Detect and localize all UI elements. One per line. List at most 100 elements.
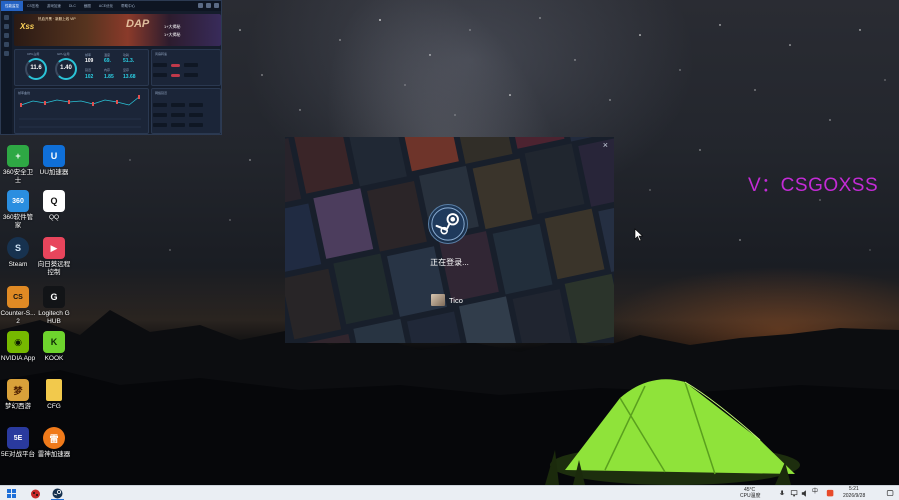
cpu-gauge-label: CPU占用 bbox=[27, 52, 40, 56]
desktop-icon-cfg-folder[interactable]: CFG bbox=[36, 379, 72, 411]
banner-caption: 热血开黑 · 新服上线 VIP bbox=[38, 17, 76, 21]
performance-monitor-widget[interactable]: 性能监控 CS压枪 游戏加速 DLC 截图 ACE优化 帮助中心 Xss 热血开… bbox=[0, 0, 222, 135]
desktop-icon-360-manager[interactable]: 360 360软件管家 bbox=[0, 190, 36, 230]
cpu-temp-label: CPU温度 bbox=[740, 493, 761, 499]
gauge-panel: 11.6 CPU占用 1.40 GPU占用 帧率 109 温度 69. 功耗 5… bbox=[14, 49, 149, 86]
stat-value-4: 1.85 bbox=[104, 74, 114, 80]
maximize-icon[interactable] bbox=[206, 3, 211, 8]
account-row: Tico bbox=[431, 294, 463, 306]
sidebar-game-icon[interactable] bbox=[4, 33, 9, 38]
desktop-icon-label: QQ bbox=[48, 214, 60, 221]
sidebar-monitor-icon[interactable] bbox=[4, 24, 9, 29]
close-icon[interactable] bbox=[214, 3, 219, 8]
stat-label-1: 温度 bbox=[104, 53, 111, 57]
banner-promo-2: 1+大揭秘 bbox=[164, 32, 181, 37]
account-name: Tico bbox=[449, 295, 463, 305]
desktop-icon-label: Counter-S... 2 bbox=[0, 310, 36, 325]
stat-label-5: 显存 bbox=[123, 68, 130, 72]
desktop-icon-label: CFG bbox=[47, 403, 61, 410]
fan-row-2 bbox=[153, 71, 219, 79]
steam-taskbar-icon[interactable] bbox=[52, 488, 63, 499]
clock-date[interactable]: 2026/9/28 bbox=[843, 493, 865, 500]
kook-icon: K bbox=[43, 331, 65, 353]
desktop-icon-qq[interactable]: Q QQ bbox=[36, 190, 72, 222]
stat-value-2: 51.3. bbox=[123, 58, 135, 64]
desktop-icon-label: Logitech G HUB bbox=[38, 310, 70, 325]
desktop-icon-mhxy[interactable]: 梦 梦幻西游 bbox=[0, 379, 36, 411]
desktop-icon-logitech[interactable]: G Logitech G HUB bbox=[36, 286, 72, 326]
widget-tab-4[interactable]: 截图 bbox=[80, 1, 95, 11]
desktop-icon-label: 360安全卫士 bbox=[2, 169, 34, 184]
latency-row-2 bbox=[153, 111, 219, 119]
360-manager-icon: 360 bbox=[7, 190, 29, 212]
widget-tab-3[interactable]: DLC bbox=[65, 1, 80, 11]
5e-platform-icon: 5E bbox=[7, 427, 29, 449]
sidebar-tools-icon[interactable] bbox=[4, 42, 9, 47]
glowing-tent bbox=[545, 379, 800, 485]
desktop-icon-uu[interactable]: U UU加速器 bbox=[36, 145, 72, 177]
widget-tab-6[interactable]: 帮助中心 bbox=[117, 1, 139, 11]
login-status-text: 正在登录... bbox=[430, 258, 469, 267]
leishen-accelerator-icon: 雷 bbox=[43, 427, 65, 449]
sunflower-remote-icon: ▶ bbox=[43, 237, 65, 259]
ladybug-app-icon[interactable] bbox=[30, 488, 41, 499]
stat-label-3: 延迟 bbox=[85, 68, 92, 72]
stat-value-1: 69. bbox=[104, 58, 111, 64]
stat-label-4: 内存 bbox=[104, 68, 111, 72]
desktop-icon-label: NVIDIA App bbox=[0, 355, 36, 362]
minimize-icon[interactable] bbox=[198, 3, 203, 8]
desktop-icon-label: 向日葵远程控制 bbox=[37, 261, 71, 276]
latency-row-3 bbox=[153, 121, 219, 129]
notification-icon[interactable] bbox=[886, 488, 895, 499]
desktop-icon-nvidia[interactable]: ◉ NVIDIA App bbox=[0, 331, 36, 363]
desktop-icon-counter-strike[interactable]: CS Counter-S... 2 bbox=[0, 286, 36, 326]
uu-accelerator-icon: U bbox=[43, 145, 65, 167]
clock-time[interactable]: 5:21 bbox=[849, 486, 859, 493]
latency-row-1 bbox=[153, 101, 219, 109]
volume-icon[interactable] bbox=[801, 488, 810, 499]
widget-tab-0[interactable]: 性能监控 bbox=[1, 1, 23, 11]
widget-tab-5[interactable]: ACE优化 bbox=[95, 1, 117, 11]
fan-row-1 bbox=[153, 61, 219, 69]
stat-value-5: 13.68 bbox=[123, 74, 136, 80]
desktop-icon-kook[interactable]: K KOOK bbox=[36, 331, 72, 363]
watermark-text: V：CSGOXSS bbox=[748, 175, 879, 196]
desktop-icon-label: Steam bbox=[8, 261, 28, 268]
stat-value-0: 109 bbox=[85, 58, 94, 64]
desktop-icon-5e[interactable]: 5E 5E对战平台 bbox=[0, 427, 36, 459]
gpu-gauge: 1.40 bbox=[55, 58, 77, 80]
shield-plus-icon: + bbox=[7, 145, 29, 167]
banner-headline: DAP bbox=[126, 18, 150, 30]
latency-panel-label: 网络延迟 bbox=[155, 91, 168, 95]
widget-tab-1[interactable]: CS压枪 bbox=[23, 1, 43, 11]
ime-indicator[interactable]: 中 bbox=[812, 489, 818, 496]
desktop-icon-leishen[interactable]: 雷 雷神加速器 bbox=[36, 427, 72, 459]
widget-ad-banner[interactable]: Xss 热血开黑 · 新服上线 VIP DAP 1+大揭秘 1+大揭秘 bbox=[14, 14, 221, 46]
desktop-icon-label: 雷神加速器 bbox=[37, 451, 71, 458]
desktop-icon-360-safe[interactable]: + 360安全卫士 bbox=[0, 145, 36, 185]
steam-login-dialog[interactable]: × 正在登录... Tico bbox=[285, 137, 614, 343]
desktop-icon-sunflower[interactable]: ▶ 向日葵远程控制 bbox=[36, 237, 72, 277]
network-icon[interactable] bbox=[790, 488, 799, 499]
stat-value-3: 102 bbox=[85, 74, 94, 80]
widget-tab-bar: 性能监控 CS压枪 游戏加速 DLC 截图 ACE优化 帮助中心 bbox=[1, 1, 221, 11]
desktop-icon-label: UU加速器 bbox=[39, 169, 69, 176]
desktop-icon-label: 360软件管家 bbox=[2, 214, 34, 229]
sidebar-settings-icon[interactable] bbox=[4, 51, 9, 56]
widget-sidebar bbox=[1, 11, 12, 134]
desktop-icon-label: 梦幻西游 bbox=[5, 403, 31, 410]
antivirus-tray-icon[interactable] bbox=[826, 488, 835, 499]
widget-window-controls bbox=[198, 3, 219, 8]
close-icon[interactable]: × bbox=[603, 140, 608, 150]
fan-panel-label: 风扇转速 bbox=[155, 52, 168, 56]
desktop-icon-label: KOOK bbox=[44, 355, 64, 362]
stat-label-0: 帧率 bbox=[85, 53, 92, 57]
windows-start-icon[interactable] bbox=[6, 488, 17, 499]
cpu-gauge: 11.6 bbox=[25, 58, 47, 80]
nvidia-icon: ◉ bbox=[7, 331, 29, 353]
desktop-icon-steam[interactable]: S Steam bbox=[0, 237, 36, 269]
widget-tab-2[interactable]: 游戏加速 bbox=[43, 1, 65, 11]
steam-logo-icon bbox=[428, 204, 468, 244]
microphone-icon[interactable] bbox=[779, 488, 787, 499]
sidebar-home-icon[interactable] bbox=[4, 15, 9, 20]
